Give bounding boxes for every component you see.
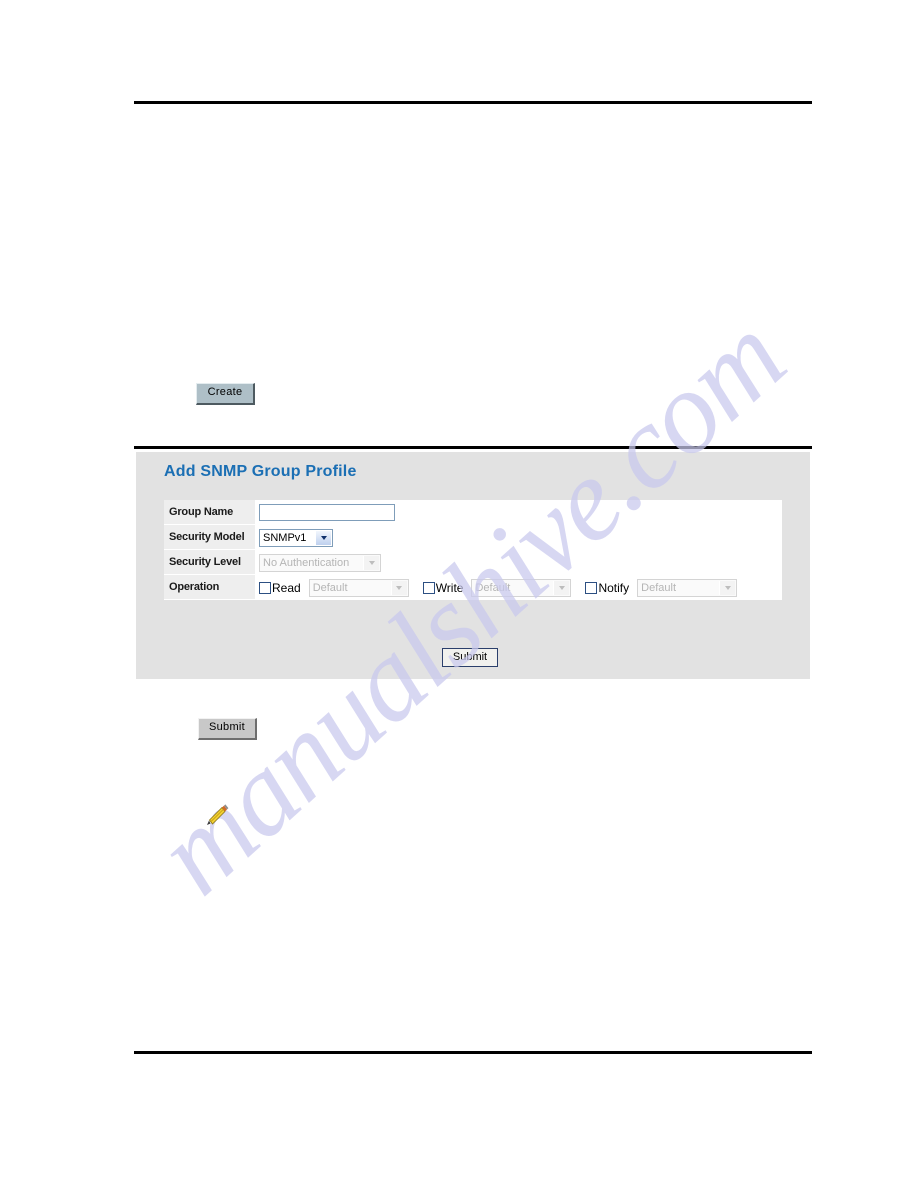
notify-view-select: Default (637, 578, 738, 597)
read-label: Read (272, 580, 301, 595)
form-row-security-level: Security Level No Authentication (164, 550, 782, 575)
form-row-group-name: Group Name (164, 500, 782, 525)
form-row-operation: Operation Read Default Write Default Not… (164, 575, 782, 600)
pencil-icon (207, 804, 229, 825)
operation-write-group: Write Default (422, 578, 572, 597)
document-page: Create Add SNMP Group Profile Group Name… (0, 0, 918, 1188)
read-view-select: Default (308, 578, 409, 597)
write-label: Write (435, 580, 464, 595)
field-security-level: No Authentication (256, 550, 782, 575)
label-security-level: Security Level (164, 550, 256, 575)
add-snmp-group-profile-panel: Add SNMP Group Profile Group Name Securi… (136, 452, 810, 679)
snmp-group-form: Group Name Security Model SNMPv1 Securit… (164, 500, 782, 600)
read-view-value: Default (312, 581, 348, 594)
field-operation: Read Default Write Default Notify Defaul… (256, 575, 782, 600)
write-view-value: Default (475, 581, 511, 594)
group-name-input[interactable] (259, 504, 395, 521)
security-model-select[interactable]: SNMPv1 (259, 528, 333, 547)
chevron-down-icon (719, 580, 736, 595)
field-security-model: SNMPv1 (256, 525, 782, 550)
operation-read-group: Read Default (259, 578, 409, 597)
security-level-value: No Authentication (263, 556, 350, 569)
figure-rule (134, 446, 812, 449)
write-checkbox[interactable] (422, 581, 435, 594)
chevron-down-icon (363, 555, 379, 570)
panel-title: Add SNMP Group Profile (164, 463, 357, 480)
form-row-security-model: Security Model SNMPv1 (164, 525, 782, 550)
chevron-down-icon[interactable] (315, 530, 331, 545)
security-model-value: SNMPv1 (263, 531, 307, 544)
create-button[interactable]: Create (196, 383, 255, 405)
panel-submit-button[interactable]: Submit (442, 648, 498, 667)
chevron-down-icon (390, 580, 407, 595)
label-operation: Operation (164, 575, 256, 600)
operation-notify-group: Notify Default (585, 578, 738, 597)
footer-rule (134, 1051, 812, 1054)
label-security-model: Security Model (164, 525, 256, 550)
security-level-select: No Authentication (259, 553, 381, 572)
notify-view-value: Default (641, 581, 677, 594)
header-rule (134, 101, 812, 104)
read-checkbox[interactable] (259, 581, 271, 594)
write-view-select: Default (471, 578, 572, 597)
field-group-name (256, 500, 782, 525)
notify-label: Notify (598, 580, 630, 595)
submit-button[interactable]: Submit (198, 718, 257, 740)
notify-checkbox[interactable] (585, 581, 598, 594)
label-group-name: Group Name (164, 500, 256, 525)
chevron-down-icon (553, 580, 570, 595)
